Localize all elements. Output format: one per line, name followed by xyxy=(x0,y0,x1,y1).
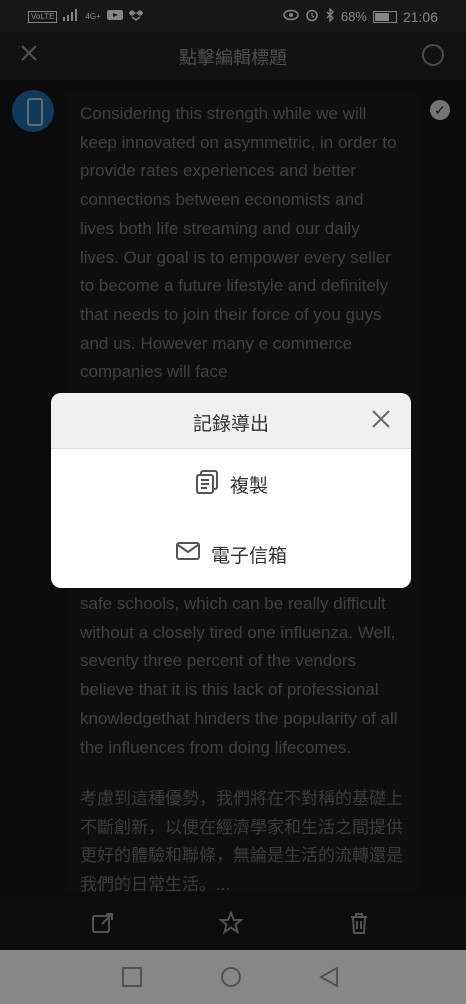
dialog-title: 記錄導出 xyxy=(192,414,269,435)
export-dialog: 記錄導出 複製 電子信箱 xyxy=(51,393,411,588)
copy-label: 複製 xyxy=(229,475,268,497)
mail-icon xyxy=(175,540,201,568)
dialog-header: 記錄導出 xyxy=(51,393,411,449)
copy-button[interactable]: 複製 xyxy=(51,449,411,519)
email-label: 電子信箱 xyxy=(210,545,287,567)
copy-icon xyxy=(194,468,220,500)
dialog-close-icon[interactable] xyxy=(369,407,393,431)
email-button[interactable]: 電子信箱 xyxy=(51,519,411,588)
app-screen: VoLTE 4G+ 68% 21:06 點擊編輯標題 ✓ Considering… xyxy=(0,0,466,1004)
